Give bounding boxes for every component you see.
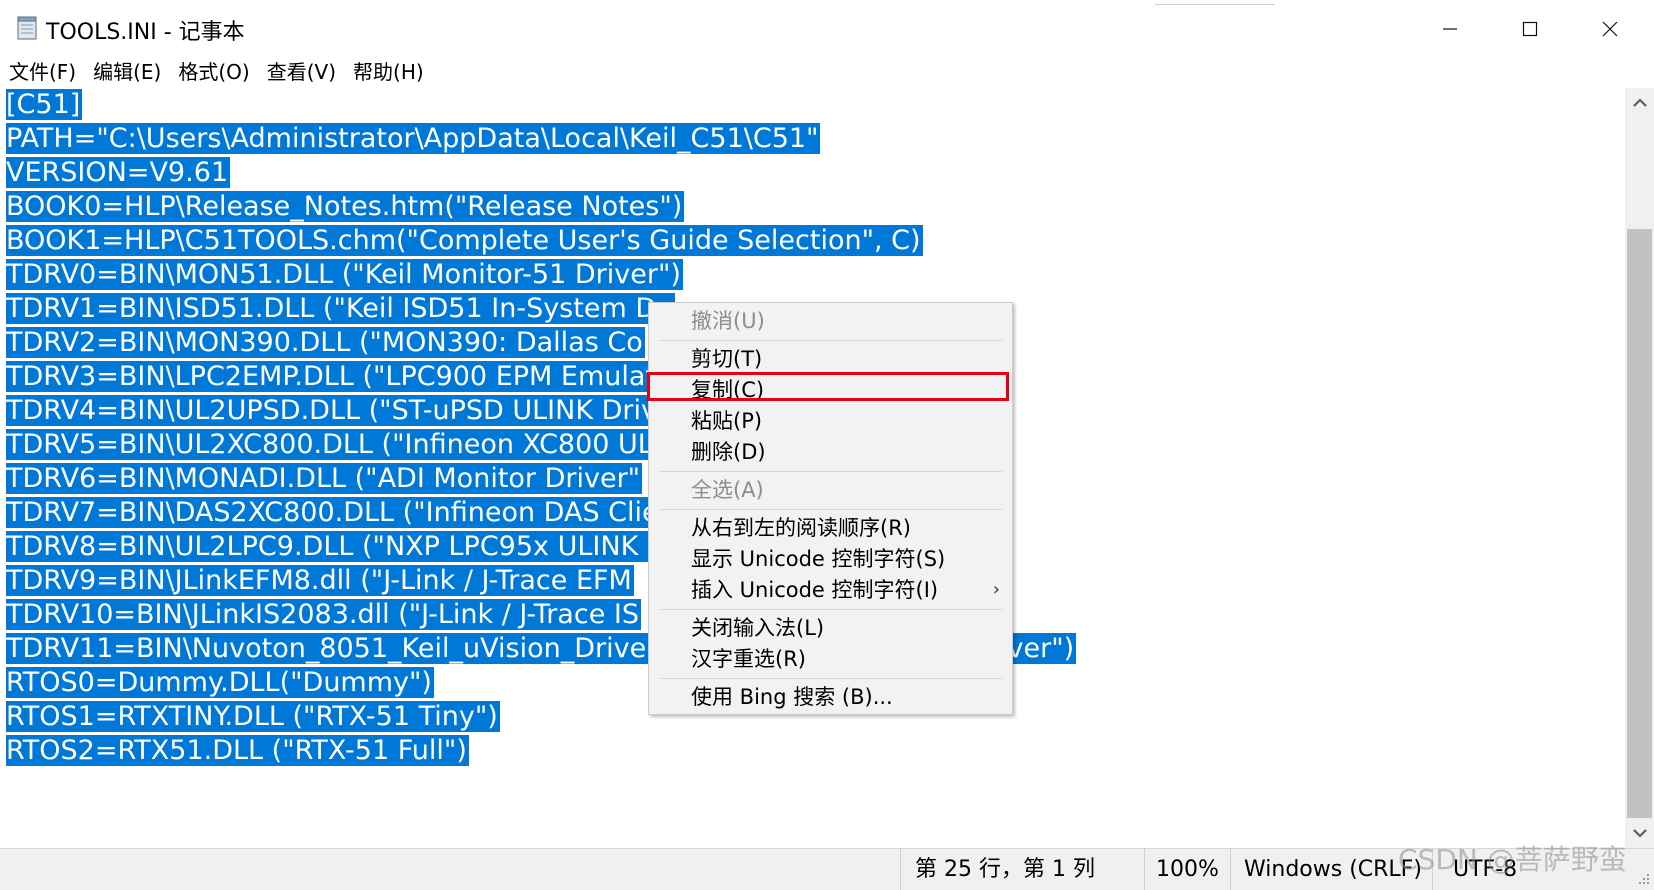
minimize-icon bbox=[1443, 28, 1457, 30]
text-line: RTOS1=RTXTINY.DLL ("RTX-51 Tiny") bbox=[6, 701, 500, 732]
menu-help[interactable]: 帮助(H) bbox=[344, 56, 432, 88]
ctx-insert-unicode[interactable]: 插入 Unicode 控制字符(I) › bbox=[649, 575, 1012, 605]
text-line: TDRV9=BIN\JLinkEFM8.dll ("J-Link / J-Tra… bbox=[6, 565, 634, 596]
ctx-separator bbox=[659, 609, 1002, 610]
menu-format[interactable]: 格式(O) bbox=[169, 56, 257, 88]
text-line: RTOS0=Dummy.DLL("Dummy") bbox=[6, 667, 434, 698]
text-line: TDRV7=BIN\DAS2XC800.DLL ("Infineon DAS C… bbox=[6, 497, 661, 528]
copy-highlight-box bbox=[647, 372, 1009, 401]
status-divider bbox=[900, 849, 901, 890]
ctx-paste[interactable]: 粘贴(P) bbox=[649, 406, 1012, 436]
ctx-separator bbox=[659, 471, 1002, 472]
title-bar: TOOLS.INI - 记事本 bbox=[0, 0, 1654, 58]
resize-grip-icon[interactable] bbox=[1636, 871, 1652, 887]
background-window-edge bbox=[1155, 0, 1275, 5]
minimize-button[interactable] bbox=[1410, 0, 1490, 58]
text-line: TDRV5=BIN\UL2XC800.DLL ("Infineon XC800 … bbox=[6, 429, 655, 460]
notepad-window: TOOLS.INI - 记事本 文件(F) 编辑(E) 格式(O) 查看(V) … bbox=[0, 0, 1654, 890]
vertical-scrollbar[interactable] bbox=[1625, 88, 1654, 848]
menu-view[interactable]: 查看(V) bbox=[258, 56, 344, 88]
text-line: TDRV1=BIN\ISD51.DLL ("Keil ISD51 In-Syst… bbox=[6, 293, 675, 324]
status-divider bbox=[1230, 849, 1231, 890]
menu-file[interactable]: 文件(F) bbox=[0, 56, 84, 88]
text-line: RTOS2=RTX51.DLL ("RTX-51 Full") bbox=[6, 735, 469, 766]
scroll-up-button[interactable] bbox=[1625, 88, 1654, 118]
ctx-separator bbox=[659, 340, 1002, 341]
text-line: BOOK1=HLP\C51TOOLS.chm("Complete User's … bbox=[6, 225, 923, 256]
menu-bar: 文件(F) 编辑(E) 格式(O) 查看(V) 帮助(H) bbox=[0, 56, 1654, 88]
ctx-delete[interactable]: 删除(D) bbox=[649, 437, 1012, 467]
text-line: VERSION=V9.61 bbox=[6, 157, 231, 188]
text-line: [C51] bbox=[6, 89, 83, 120]
chevron-up-icon bbox=[1632, 98, 1647, 107]
ctx-undo[interactable]: 撤消(U) bbox=[649, 306, 1012, 336]
scroll-down-button[interactable] bbox=[1625, 818, 1654, 848]
status-line-ending: Windows (CRLF) bbox=[1244, 857, 1422, 882]
text-line: TDRV2=BIN\MON390.DLL ("MON390: Dallas Co bbox=[6, 327, 645, 358]
ctx-reconvert[interactable]: 汉字重选(R) bbox=[649, 644, 1012, 674]
text-line: BOOK0=HLP\Release_Notes.htm("Release Not… bbox=[6, 191, 685, 222]
maximize-icon bbox=[1522, 21, 1538, 37]
notepad-icon bbox=[17, 16, 37, 40]
text-line: TDRV6=BIN\MONADI.DLL ("ADI Monitor Drive… bbox=[6, 463, 643, 494]
text-line: TDRV4=BIN\UL2UPSD.DLL ("ST-uPSD ULINK Dr… bbox=[6, 395, 659, 426]
status-position: 第 25 行，第 1 列 bbox=[915, 857, 1095, 882]
close-icon bbox=[1602, 21, 1618, 37]
text-line: TDRV8=BIN\UL2LPC9.DLL ("NXP LPC95x ULINK… bbox=[6, 531, 657, 562]
scroll-thumb[interactable] bbox=[1627, 229, 1652, 818]
ctx-select-all[interactable]: 全选(A) bbox=[649, 475, 1012, 505]
ctx-rtl-reading[interactable]: 从右到左的阅读顺序(R) bbox=[649, 513, 1012, 543]
menu-edit[interactable]: 编辑(E) bbox=[84, 56, 169, 88]
ctx-cut[interactable]: 剪切(T) bbox=[649, 344, 1012, 374]
maximize-button[interactable] bbox=[1490, 0, 1570, 58]
text-line: TDRV0=BIN\MON51.DLL ("Keil Monitor-51 Dr… bbox=[6, 259, 683, 290]
status-zoom: 100% bbox=[1156, 857, 1219, 882]
ctx-show-unicode[interactable]: 显示 Unicode 控制字符(S) bbox=[649, 544, 1012, 574]
ctx-separator bbox=[659, 509, 1002, 510]
ctx-close-ime[interactable]: 关闭输入法(L) bbox=[649, 613, 1012, 643]
ctx-separator bbox=[659, 678, 1002, 679]
chevron-down-icon bbox=[1632, 829, 1647, 838]
text-line: TDRV11=BIN\Nuvoton_8051_Keil_uVision_Dri… bbox=[6, 633, 649, 664]
text-line: TDRV3=BIN\LPC2EMP.DLL ("LPC900 EPM Emula… bbox=[6, 361, 659, 392]
status-divider bbox=[1144, 849, 1145, 890]
text-line: TDRV10=BIN\JLinkIS2083.dll ("J-Link / J-… bbox=[6, 599, 641, 630]
watermark: CSDN @菩萨野蛮 bbox=[1398, 843, 1627, 876]
chevron-right-icon: › bbox=[992, 579, 1000, 600]
context-menu: 撤消(U) 剪切(T) 复制(C) 粘贴(P) 删除(D) 全选(A) 从右到左… bbox=[648, 302, 1013, 715]
window-title: TOOLS.INI - 记事本 bbox=[46, 20, 245, 45]
text-line: PATH="C:\Users\Administrator\AppData\Loc… bbox=[6, 123, 821, 154]
close-button[interactable] bbox=[1570, 0, 1650, 58]
ctx-bing-search[interactable]: 使用 Bing 搜索 (B)... bbox=[649, 682, 1012, 712]
